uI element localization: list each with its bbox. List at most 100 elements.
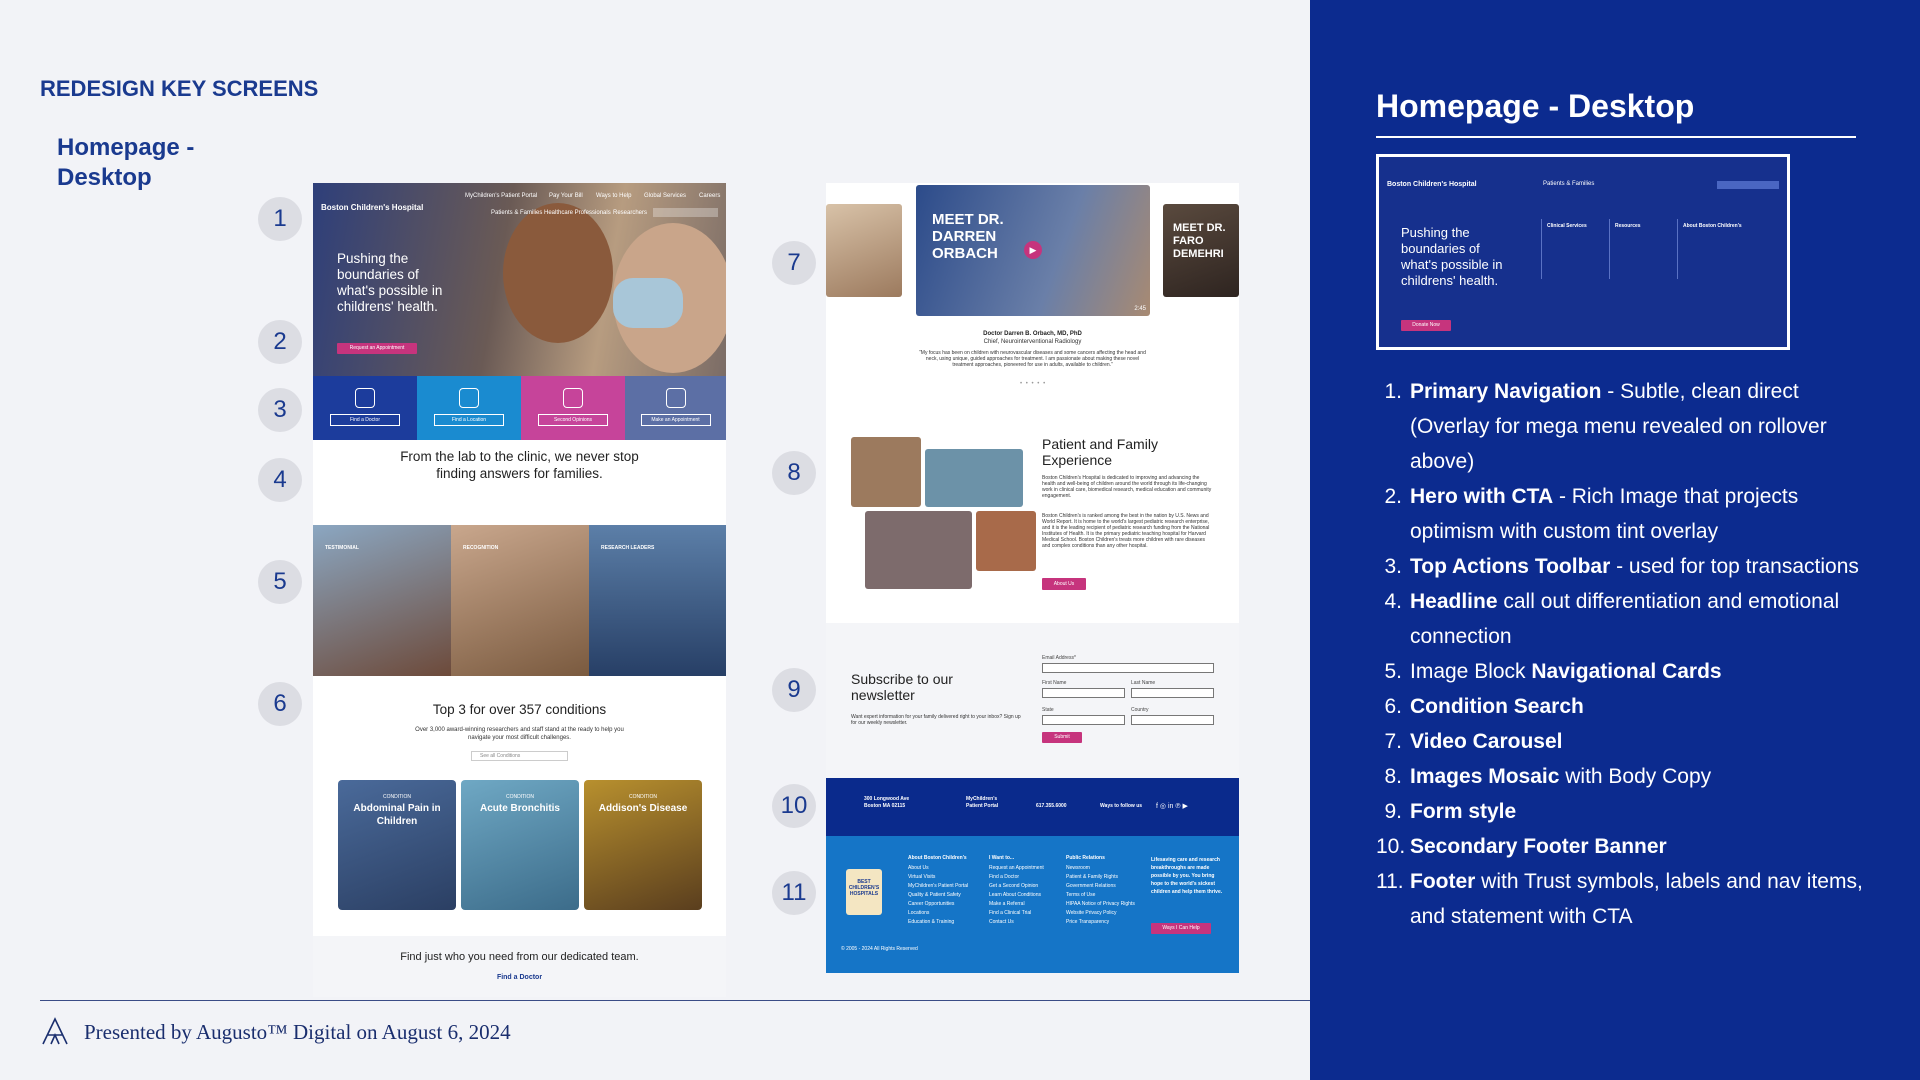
banner-follow: Ways to follow us	[1100, 803, 1143, 809]
marker-6: 6	[258, 682, 302, 726]
feature-description: - used for top transactions	[1610, 555, 1859, 578]
mega-menu-preview: Boston Children's Hospital Patients & Fa…	[1376, 154, 1790, 350]
marker-2: 2	[258, 320, 302, 364]
testimonial-card[interactable]: TESTIMONIAL	[313, 525, 451, 676]
recognition-card[interactable]: RECOGNITION	[451, 525, 589, 676]
feature-prefix: Image Block	[1410, 660, 1532, 683]
preview-divider	[1609, 219, 1610, 279]
preview-divider	[1541, 219, 1542, 279]
footer-link[interactable]: Price Transparency	[1066, 918, 1109, 927]
feature-name: Secondary Footer Banner	[1410, 835, 1667, 858]
find-location-tool[interactable]: Find a Location	[417, 376, 521, 440]
email-field[interactable]	[1042, 663, 1214, 673]
about-us-button[interactable]: About Us	[1042, 578, 1086, 590]
banner-address: 300 Longwood Ave Boston MA 02115	[864, 796, 910, 809]
patient-title: Patient and Family Experience	[1042, 436, 1158, 468]
nav-link-careers[interactable]: Careers	[699, 193, 720, 199]
research-card[interactable]: RESEARCH LEADERS	[589, 525, 726, 676]
preview-donate-button: Donate Now	[1401, 320, 1451, 331]
last-name-field[interactable]	[1131, 688, 1214, 698]
footer-link[interactable]: Education & Training	[908, 918, 954, 927]
video-thumb-left[interactable]	[826, 204, 902, 297]
footer-link[interactable]: Government Relations	[1066, 882, 1116, 891]
footer-link[interactable]: Request an Appointment	[989, 864, 1044, 873]
footer-link[interactable]: Career Opportunities	[908, 900, 954, 909]
footer-link[interactable]: Make a Referral	[989, 900, 1025, 909]
footer-statement: Lifesaving care and research breakthroug…	[1151, 857, 1223, 895]
video-thumb-right[interactable]: MEET DR. FARO DEMEHRI	[1163, 204, 1239, 297]
child-photo	[503, 203, 613, 343]
conditions-search-input[interactable]: See all Conditions	[471, 751, 568, 761]
augusto-logo-icon	[42, 1017, 68, 1045]
mosaic-image	[925, 449, 1023, 507]
condition-card[interactable]: CONDITION Acute Bronchitis	[461, 780, 579, 910]
first-name-field[interactable]	[1042, 688, 1125, 698]
marker-4: 4	[258, 458, 302, 502]
feature-number: 11.	[1376, 870, 1404, 893]
nav-main-researchers[interactable]: Researchers	[613, 210, 647, 216]
find-doctor-link[interactable]: Find a Doctor	[313, 974, 726, 981]
slide-subtitle: Homepage - Desktop	[57, 134, 195, 191]
condition-card[interactable]: CONDITION Abdominal Pain in Children	[338, 780, 456, 910]
search-input[interactable]	[653, 208, 718, 217]
footer-link[interactable]: MyChildren's Patient Portal	[908, 882, 968, 891]
hero-headline: Pushing the boundaries of what's possibl…	[337, 251, 443, 314]
carousel-dots[interactable]: • • • • •	[1020, 381, 1046, 387]
condition-kicker: CONDITION	[628, 794, 658, 800]
condition-card[interactable]: CONDITION Addison's Disease	[584, 780, 702, 910]
feature-number: 2.	[1384, 485, 1402, 508]
nav-main-professionals[interactable]: Healthcare Professionals	[544, 210, 611, 216]
nav-link-portal[interactable]: MyChildren's Patient Portal	[465, 193, 537, 199]
footer-link[interactable]: Newsroom	[1066, 864, 1090, 873]
footer-link[interactable]: Terms of Use	[1066, 891, 1095, 900]
second-opinion-tool[interactable]: Second Opinions	[521, 376, 625, 440]
country-field[interactable]	[1131, 715, 1214, 725]
marker-8: 8	[772, 451, 816, 495]
first-name-label: First Name	[1042, 680, 1067, 686]
social-icons[interactable]: f ◎ in ℗ ▶	[1156, 802, 1188, 811]
marker-7: 7	[772, 241, 816, 285]
nav-link-help[interactable]: Ways to Help	[596, 193, 631, 199]
play-icon[interactable]: ▶	[1024, 241, 1042, 259]
footer-link[interactable]: Locations	[908, 909, 929, 918]
footer-link[interactable]: Find a Doctor	[989, 873, 1019, 882]
nav-main-patients[interactable]: Patients & Families	[491, 210, 542, 216]
find-doctor-tool[interactable]: Find a Doctor	[313, 376, 417, 440]
description-panel: Homepage - Desktop Boston Children's Hos…	[1310, 0, 1920, 1080]
footer-link[interactable]: Virtual Visits	[908, 873, 935, 882]
doctor-icon	[355, 388, 375, 408]
condition-title: Addison's Disease	[598, 803, 688, 814]
banner-phone[interactable]: 617.355.6000	[1036, 802, 1067, 811]
footer-link[interactable]: About Us	[908, 864, 929, 873]
patient-paragraph-1: Boston Children's Hospital is dedicated …	[1042, 475, 1212, 499]
site-logo[interactable]: Boston Children's Hospital	[321, 203, 423, 212]
banner-portal[interactable]: MyChildren's Patient Portal	[966, 796, 1006, 810]
preview-menu: Patients & Families	[1543, 181, 1595, 187]
feature-number: 4.	[1384, 590, 1402, 613]
make-appointment-tool[interactable]: Make an Appointment	[625, 376, 726, 440]
feature-item: 6. Condition Search	[1376, 689, 1876, 724]
footer-link[interactable]: Learn About Conditions	[989, 891, 1041, 900]
footer-link[interactable]: Website Privacy Policy	[1066, 909, 1116, 918]
presented-by-text: Presented by Augusto™ Digital on August …	[84, 1020, 511, 1044]
nav-link-pay[interactable]: Pay Your Bill	[549, 193, 583, 199]
video-player[interactable]: MEET DR. DARREN ORBACH ▶ 2:45	[916, 185, 1150, 316]
footer-link[interactable]: Quality & Patient Safety	[908, 891, 961, 900]
footer-link[interactable]: Contact Us	[989, 918, 1014, 927]
request-appointment-button[interactable]: Request an Appointment	[337, 343, 417, 354]
nav-link-global[interactable]: Global Services	[644, 193, 686, 199]
submit-button[interactable]: Submit	[1042, 732, 1082, 743]
ways-i-can-help-button[interactable]: Ways I Can Help	[1151, 923, 1211, 934]
footer-link[interactable]: Patient & Family Rights	[1066, 873, 1118, 882]
state-field[interactable]	[1042, 715, 1125, 725]
marker-5: 5	[258, 560, 302, 604]
footer-link[interactable]: HIPAA Notice of Privacy Rights	[1066, 900, 1135, 909]
footer-link[interactable]: Find a Clinical Trial	[989, 909, 1031, 918]
doctor-role: Chief, Neurointerventional Radiology	[983, 339, 1082, 345]
feature-name: Footer	[1410, 870, 1476, 893]
feature-description: with Trust symbols, labels and nav items…	[1410, 870, 1863, 928]
video-duration: 2:45	[1134, 306, 1146, 312]
heart-hand-icon	[563, 388, 583, 408]
headline: From the lab to the clinic, we never sto…	[400, 449, 639, 481]
footer-link[interactable]: Get a Second Opinion	[989, 882, 1038, 891]
